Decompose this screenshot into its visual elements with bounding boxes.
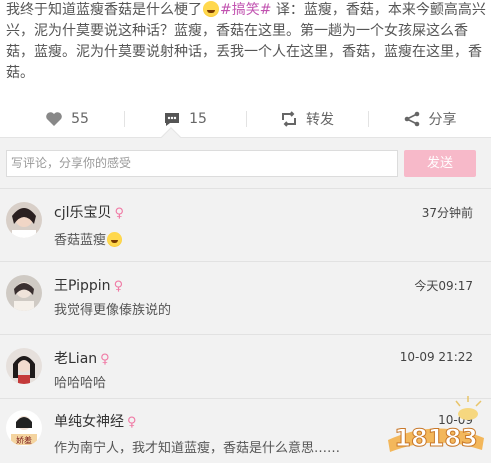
female-gender-icon: ♀ [127, 415, 137, 430]
share-icon [404, 111, 419, 127]
watermark-logo: 18183 [384, 396, 488, 458]
avatar[interactable] [6, 348, 42, 384]
post-text: 我终于知道蓝瘦香菇是什么梗了 #搞笑# 译：蓝瘦，香菇，本来今颤高高兴兴，泥为什莫… [6, 0, 486, 84]
repost-arrows-icon [282, 111, 296, 127]
comment-count: 15 [189, 111, 207, 127]
like-button[interactable]: 55 [0, 101, 124, 137]
like-count: 55 [71, 111, 89, 127]
female-gender-icon: ♀ [114, 206, 125, 221]
repost-button[interactable]: 转发 [246, 101, 368, 137]
laughing-emoji-icon [203, 1, 219, 17]
post-text-lead: 我终于知道蓝瘦香菇是什么梗了 [6, 2, 202, 18]
divider [0, 261, 491, 262]
avatar[interactable] [6, 202, 42, 238]
female-gender-icon: ♀ [113, 279, 124, 294]
svg-text:娇羞: 娇羞 [16, 435, 32, 445]
commenter-name[interactable]: 王Pippin ♀ [54, 275, 123, 295]
avatar[interactable] [6, 275, 42, 311]
comment-bubble-icon [165, 112, 180, 126]
send-button[interactable]: 发送 [404, 150, 476, 177]
hashtag-link[interactable]: #搞笑# [220, 2, 271, 18]
repost-label: 转发 [306, 112, 334, 128]
comment-item: 王Pippin ♀ 今天09:17 我觉得更像傣族说的 [0, 261, 491, 334]
comment-time: 今天09:17 [414, 279, 473, 293]
comment-text: 香菇蓝瘦 [54, 229, 123, 248]
commenter-name[interactable]: cjl乐宝贝 ♀ [54, 202, 124, 222]
commenter-name[interactable]: 老Lian ♀ [54, 348, 110, 368]
share-label: 分享 [428, 112, 457, 128]
comment-button[interactable]: 15 [124, 101, 246, 137]
comment-text: 哈哈哈哈 [54, 376, 107, 391]
post-action-bar: 55 15 转发 分享 [0, 101, 491, 137]
comment-text: 作为南宁人，我才知道蓝瘦，香菇是什么意思…… [54, 441, 341, 456]
comment-time: 37分钟前 [421, 206, 473, 220]
avatar[interactable]: 娇羞 [6, 410, 42, 446]
comment-item: cjl乐宝贝 ♀ 37分钟前 香菇蓝瘦 [0, 188, 491, 261]
comment-time: 10-09 21:22 [399, 350, 473, 364]
comment-input[interactable]: 写评论，分享你的感受 [6, 150, 398, 177]
commenter-name[interactable]: 单纯女神经 ♀ [54, 411, 137, 431]
divider [0, 334, 491, 335]
laughing-emoji-icon [107, 232, 123, 247]
comment-text: 我觉得更像傣族说的 [54, 303, 172, 318]
svg-text:18183: 18183 [394, 424, 478, 452]
share-button[interactable]: 分享 [368, 101, 491, 137]
heart-icon [46, 112, 62, 126]
divider [0, 188, 491, 189]
female-gender-icon: ♀ [100, 352, 110, 367]
